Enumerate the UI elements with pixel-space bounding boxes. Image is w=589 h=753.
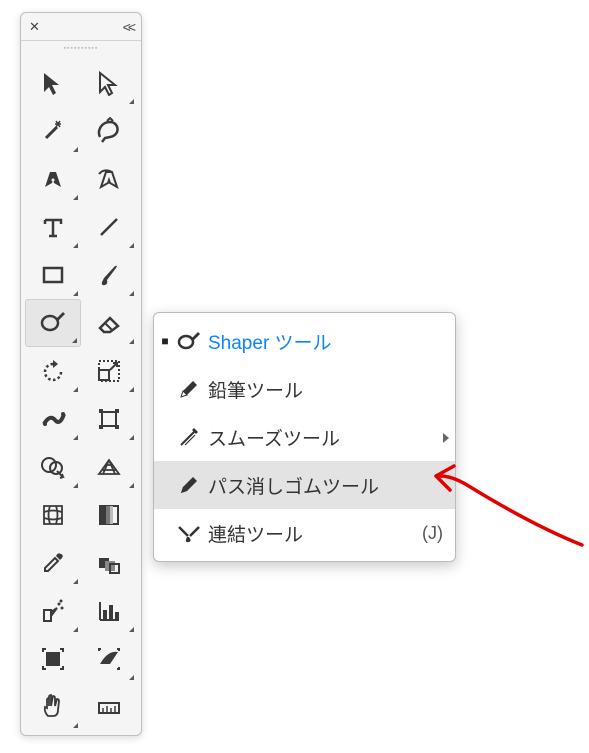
flyout-indicator-icon (73, 627, 78, 632)
flyout-indicator-icon (73, 291, 78, 296)
close-icon[interactable]: ✕ (29, 19, 40, 35)
curvature-tool[interactable] (81, 155, 137, 203)
flyout-item-label: スムーズツール (208, 424, 443, 451)
flyout-indicator-icon (73, 243, 78, 248)
path-eraser-tool-icon (170, 473, 208, 497)
artboard-tool[interactable] (25, 635, 81, 683)
flyout-item-label: Shaper ツール (208, 328, 443, 355)
eyedropper-tool[interactable] (25, 539, 81, 587)
rotate-tool[interactable] (25, 347, 81, 395)
flyout-item-label: パス消しゴムツール (208, 472, 443, 499)
column-graph-tool[interactable] (81, 587, 137, 635)
flyout-item-smooth[interactable]: スムーズツール (154, 413, 455, 461)
flyout-indicator-icon (129, 291, 134, 296)
scale-tool[interactable] (81, 347, 137, 395)
flyout-indicator-icon (73, 387, 78, 392)
line-segment-tool[interactable] (81, 203, 137, 251)
flyout-item-pencil[interactable]: 鉛筆ツール (154, 365, 455, 413)
flyout-item-join[interactable]: 連結ツール (J) (154, 509, 455, 557)
flyout-indicator-icon (73, 483, 78, 488)
join-tool-icon (170, 521, 208, 545)
flyout-indicator-icon (73, 195, 78, 200)
flyout-indicator-icon (129, 339, 134, 344)
flyout-indicator-icon (73, 435, 78, 440)
flyout-indicator-icon (129, 627, 134, 632)
eraser-tool[interactable] (81, 299, 137, 347)
paintbrush-tool[interactable] (81, 251, 137, 299)
magic-wand-tool[interactable] (25, 107, 81, 155)
mesh-tool[interactable] (25, 491, 81, 539)
direct-selection-tool[interactable] (81, 59, 137, 107)
flyout-indicator-icon (73, 579, 78, 584)
ruler-tool[interactable] (81, 683, 137, 731)
perspective-grid-tool[interactable] (81, 443, 137, 491)
symbol-sprayer-tool[interactable] (25, 587, 81, 635)
flyout-indicator-icon (129, 243, 134, 248)
flyout-indicator-icon (73, 147, 78, 152)
flyout-item-shaper[interactable]: ■ Shaper ツール (154, 317, 455, 365)
type-tool[interactable] (25, 203, 81, 251)
pencil-tool-icon (170, 377, 208, 401)
smooth-tool-icon (170, 425, 208, 449)
rectangle-tool[interactable] (25, 251, 81, 299)
flyout-indicator-icon (129, 99, 134, 104)
gradient-tool[interactable] (81, 491, 137, 539)
submenu-caret-icon (443, 433, 449, 443)
blend-tool[interactable] (81, 539, 137, 587)
flyout-indicator-icon (72, 338, 77, 343)
shape-builder-tool[interactable] (25, 443, 81, 491)
flyout-indicator-icon (129, 675, 134, 680)
drag-grip[interactable]: ▪▪▪▪▪▪▪▪▪▪ (21, 41, 141, 55)
flyout-indicator-icon (129, 435, 134, 440)
free-transform-tool[interactable] (81, 395, 137, 443)
tools-panel-header: ✕ << (21, 13, 141, 41)
lasso-tool[interactable] (81, 107, 137, 155)
shaper-tool-flyout: ■ Shaper ツール 鉛筆ツール スムーズツール パス消しゴムツール 連結ツ… (153, 312, 456, 562)
shaper-tool[interactable] (25, 299, 81, 347)
width-tool[interactable] (25, 395, 81, 443)
tool-grid (21, 55, 141, 735)
flyout-indicator-icon (129, 483, 134, 488)
flyout-indicator-icon (73, 723, 78, 728)
active-indicator-icon: ■ (160, 334, 170, 348)
selection-tool[interactable] (25, 59, 81, 107)
hand-tool[interactable] (25, 683, 81, 731)
shaper-tool-icon (170, 328, 208, 354)
pen-tool[interactable] (25, 155, 81, 203)
flyout-item-label: 鉛筆ツール (208, 376, 443, 403)
tools-panel: ✕ << ▪▪▪▪▪▪▪▪▪▪ (20, 12, 142, 736)
flyout-item-shortcut: (J) (422, 523, 443, 544)
flyout-item-path-eraser[interactable]: パス消しゴムツール (154, 461, 455, 509)
flyout-indicator-icon (129, 387, 134, 392)
flyout-item-label: 連結ツール (208, 520, 422, 547)
slice-tool[interactable] (81, 635, 137, 683)
collapse-icon[interactable]: << (123, 19, 133, 35)
